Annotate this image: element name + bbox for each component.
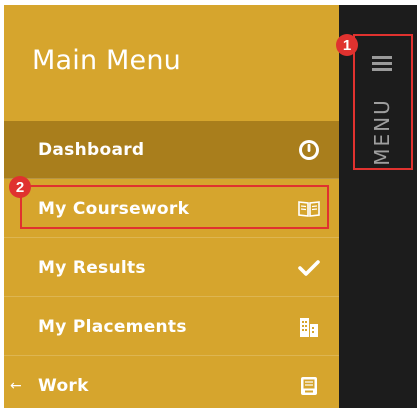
annotation-box-my-coursework (20, 185, 329, 229)
back-arrow-icon: ← (10, 378, 22, 394)
dashboard-gauge-icon (297, 138, 321, 162)
annotation-badge-1: 1 (336, 34, 358, 56)
menu-item-label: Dashboard (38, 139, 145, 160)
menu-item-label: Work (38, 376, 89, 396)
checkmark-icon (297, 256, 321, 280)
menu-item-work[interactable]: ← Work (4, 357, 339, 408)
buildings-icon (297, 315, 321, 339)
menu-item-my-results[interactable]: My Results (4, 239, 339, 297)
menu-item-my-placements[interactable]: My Placements (4, 298, 339, 356)
tray-icon (297, 374, 321, 398)
annotation-badge-2: 2 (9, 176, 31, 198)
menu-item-label: My Placements (38, 316, 187, 337)
menu-item-dashboard[interactable]: Dashboard (4, 121, 339, 179)
main-menu-title: Main Menu (32, 45, 181, 76)
menu-item-label: My Results (38, 257, 146, 278)
annotation-box-menu-toggle (353, 34, 413, 170)
